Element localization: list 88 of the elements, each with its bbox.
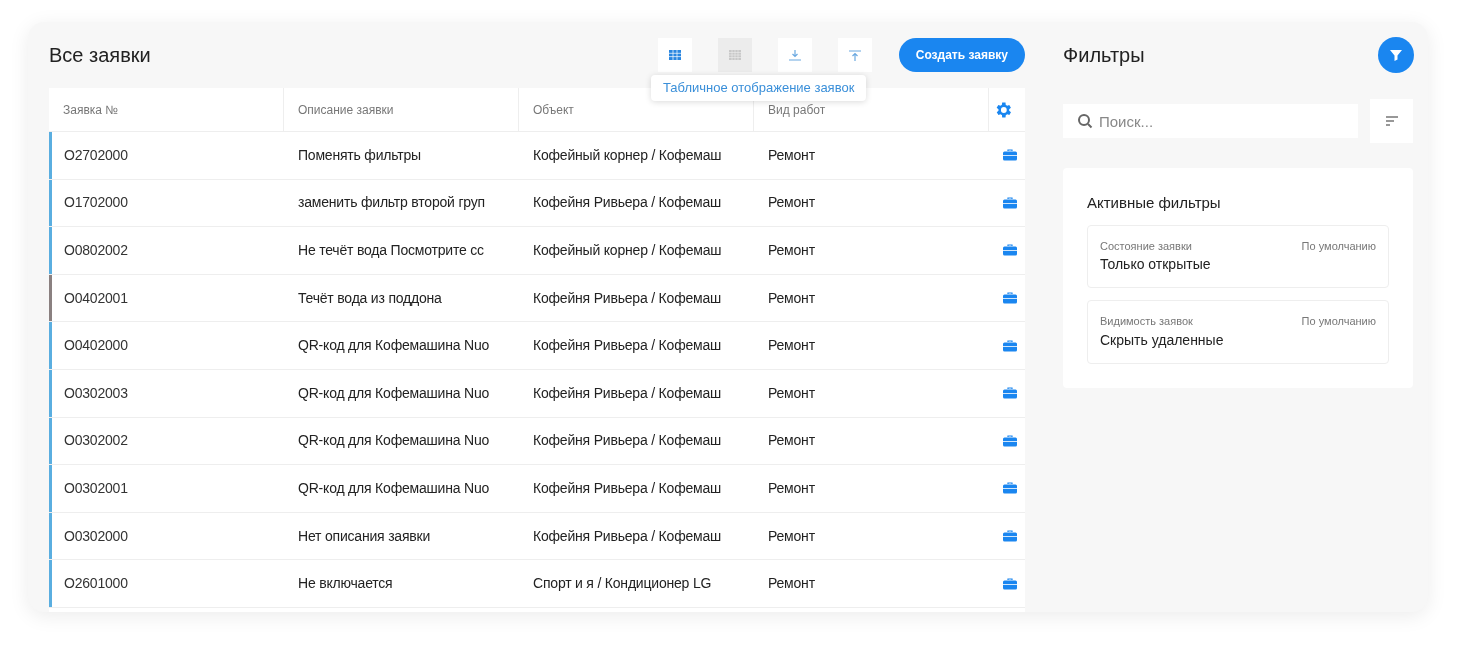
search-icon [1077, 113, 1093, 129]
column-header: Вид работ [768, 101, 826, 119]
table-cell-text: Кофейня Ривьера / Кофемаш [532, 383, 723, 403]
view-button[interactable] [657, 38, 692, 72]
table-cell-text: Кофейня Ривьера / Кофемаш [532, 336, 723, 356]
table-cell-text: O2601000 [63, 574, 129, 594]
table-cell-text: QR-код для Кофемашина Nuo [297, 478, 491, 498]
tooltip: Табличное отображение заявок [651, 75, 867, 101]
table-cell-text: O0802002 [63, 241, 129, 260]
table-cell-text: QR-код для Кофемашина Nuo [297, 336, 491, 356]
sort-icon [1385, 116, 1398, 126]
filter-button[interactable] [1378, 37, 1414, 73]
filter-value: Только открытые [1100, 255, 1211, 274]
table-cell-text: Не течёт вода Посмотрите сс [297, 241, 485, 260]
upload-icon [848, 49, 861, 61]
table-icon [668, 50, 681, 60]
table-cell-text: Ремонт [767, 478, 816, 498]
table-cell-text: QR-код для Кофемашина Nuo [297, 383, 491, 403]
table-cell-text: Нет описания заявки [297, 526, 432, 546]
table-cell-text: Кофейня Ривьера / Кофемаш [532, 478, 723, 498]
table-cell-text: O1702000 [63, 193, 129, 213]
table-cell-text: O0402001 [63, 288, 129, 308]
table-cell-text: QR-код для Кофемашина Nuo [297, 431, 491, 451]
table-cell-text: Течёт вода из поддона [297, 288, 443, 308]
page-title: Все заявки [49, 43, 151, 68]
table-cell-text: O2702000 [63, 145, 129, 165]
table-cell-text: Кофейня Ривьера / Кофемаш [532, 288, 723, 308]
table-cell-text: Ремонт [767, 193, 816, 213]
briefcase-icon[interactable] [1003, 244, 1017, 257]
table-row[interactable]: O1702000 заменить фильтр второй груп Кофейня Ривьера / Кофемаш Ремонт [49, 179, 1025, 228]
briefcase-icon[interactable] [1003, 196, 1017, 209]
table-cell-text: Ремонт [767, 383, 816, 403]
filter-card[interactable]: Видимость заявок Скрыть удаленные По умолчанию [1087, 300, 1389, 364]
table-cell-text: O0302001 [63, 478, 129, 498]
filters-title: Фильтры [1063, 43, 1145, 68]
active-filters-title: Активные фильтры [1087, 193, 1222, 213]
column-header: Описание заявки [298, 101, 394, 119]
table-row[interactable]: O2702000 Поменять фильтры Кофейный корнер / Кофемаш Ремонт [49, 132, 1025, 180]
filter-label: Видимость заявок [1100, 314, 1194, 329]
column-header: Объект [533, 101, 574, 119]
download-icon [788, 49, 801, 61]
table-cell-text: Кофейня Ривьера / Кофемаш [532, 193, 723, 213]
table-cell-text: Не включается [297, 574, 394, 594]
grid-icon [728, 50, 741, 60]
table-row[interactable]: O0402001 Течёт вода из поддона Кофейня Ривьера / Кофемаш Ремонт [49, 274, 1025, 323]
table-cell-text: O0302003 [63, 383, 129, 403]
briefcase-icon[interactable] [1003, 292, 1017, 305]
table-cell-text: Кофейня Ривьера / Кофемаш [532, 431, 723, 451]
table-row[interactable]: O2601000 Не включается Спорт и я / Кондиционер LG Ремонт [49, 560, 1025, 608]
table-cell-text: O0302000 [63, 526, 129, 546]
table-cell-text: Ремонт [767, 574, 816, 594]
briefcase-icon[interactable] [1003, 482, 1017, 495]
table-cell-text: Кофейня Ривьера / Кофемаш [532, 526, 723, 546]
briefcase-icon[interactable] [1003, 530, 1017, 543]
table-row[interactable]: O0302001 QR-код для Кофемашина Nuo Кофейня Ривьера / Кофемаш Ремонт [49, 465, 1025, 513]
briefcase-icon[interactable] [1003, 149, 1017, 162]
table-cell-text: Ремонт [767, 241, 816, 260]
create-button[interactable]: Создать заявку [898, 38, 1025, 72]
table-row[interactable]: O0802002 Не течёт вода Посмотрите сс Кофейный корнер / Кофемаш Ремонт [49, 227, 1025, 275]
table-row[interactable]: O0302000 Нет описания заявки Кофейня Ривьера / Кофемаш Ремонт [49, 512, 1025, 561]
table-cell-text: Ремонт [767, 336, 816, 356]
filter-value: Скрыть удаленные [1100, 330, 1224, 350]
briefcase-icon[interactable] [1003, 434, 1017, 447]
table-cell-text: Ремонт [767, 431, 816, 451]
table-cell-text: заменить фильтр второй груп [297, 193, 486, 213]
column-header: Заявка № [63, 101, 119, 119]
filter-default: По умолчанию [1301, 314, 1376, 329]
briefcase-icon[interactable] [1003, 339, 1017, 352]
table-cell-text: Ремонт [767, 145, 816, 165]
table-cell-text: Кофейный корнер / Кофемаш [532, 241, 723, 260]
table-cell-text: O0302002 [63, 431, 129, 451]
table-cell-text: Ремонт [767, 288, 816, 308]
briefcase-icon[interactable] [1003, 387, 1017, 400]
table-row[interactable]: O0302003 QR-код для Кофемашина Nuo Кофейня Ривьера / Кофемаш Ремонт [49, 369, 1025, 418]
table-cell-text: O0402000 [63, 336, 129, 356]
filter-card[interactable]: Состояние заявки Только открытые По умолчанию [1087, 224, 1389, 288]
table-cell-text: Спорт и я / Кондиционер LG [532, 574, 713, 594]
filter-default: По умолчанию [1301, 238, 1376, 254]
table-cell-text: Поменять фильтры [297, 145, 422, 165]
filter-icon [1389, 48, 1403, 62]
sort-button[interactable] [1370, 99, 1413, 143]
table-row[interactable]: O0302002 QR-код для Кофемашина Nuo Кофейня Ривьера / Кофемаш Ремонт [49, 417, 1025, 466]
table-cell-text: Ремонт [767, 526, 816, 546]
briefcase-icon[interactable] [1003, 577, 1017, 590]
search-field[interactable]: Поиск... [1063, 104, 1358, 138]
table-cell-text: Кофейный корнер / Кофемаш [532, 145, 723, 165]
filter-label: Состояние заявки [1100, 238, 1193, 254]
table-row[interactable]: O0402000 QR-код для Кофемашина Nuo Кофейня Ривьера / Кофемаш Ремонт [49, 322, 1025, 370]
